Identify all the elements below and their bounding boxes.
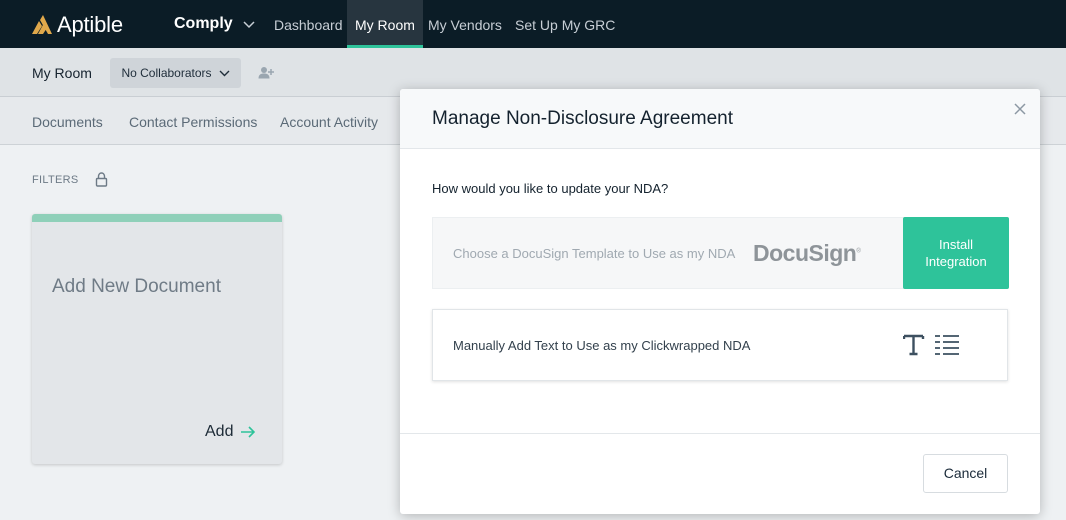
lock-icon[interactable] (95, 172, 108, 187)
tab-documents[interactable]: Documents (32, 114, 103, 130)
manual-text-option[interactable]: Manually Add Text to Use as my Clickwrap… (432, 309, 1008, 381)
collaborators-dropdown[interactable]: No Collaborators (110, 58, 241, 88)
modal-header: Manage Non-Disclosure Agreement (400, 89, 1040, 149)
trademark-mark: ® (856, 248, 861, 255)
docusign-option: Choose a DocuSign Template to Use as my … (432, 217, 1009, 289)
top-nav: Aptible Comply Dashboard My Room My Vend… (0, 0, 1066, 48)
filters-label: FILTERS (32, 174, 79, 186)
aptible-logo[interactable]: Aptible (31, 12, 123, 38)
product-name: Comply (174, 15, 233, 32)
page-title: My Room (32, 65, 92, 81)
tab-contact-permissions[interactable]: Contact Permissions (129, 114, 257, 130)
install-line-1: Install (939, 237, 973, 252)
card-title: Add New Document (52, 276, 221, 297)
arrow-right-icon (241, 426, 256, 438)
cancel-button[interactable]: Cancel (923, 454, 1008, 493)
product-switcher[interactable]: Comply (174, 15, 255, 33)
add-document-card[interactable]: Add New Document Add (32, 214, 282, 464)
modal-footer-divider (400, 433, 1040, 434)
chevron-down-icon (243, 21, 255, 29)
card-accent-bar (32, 214, 282, 222)
nav-my-vendors[interactable]: My Vendors (420, 0, 510, 48)
modal-title: Manage Non-Disclosure Agreement (432, 108, 733, 129)
install-line-2: Integration (925, 254, 987, 269)
docusign-brand-text: DocuSign (753, 240, 857, 266)
text-format-icon (903, 334, 959, 356)
add-document-button[interactable]: Add (205, 423, 256, 441)
collaborators-label: No Collaborators (121, 66, 212, 80)
nav-set-up-grc[interactable]: Set Up My GRC (507, 0, 623, 48)
nda-modal: Manage Non-Disclosure Agreement How woul… (400, 89, 1040, 514)
chevron-down-icon (219, 70, 230, 76)
tab-account-activity[interactable]: Account Activity (280, 114, 378, 130)
nav-dashboard[interactable]: Dashboard (266, 0, 351, 48)
add-user-icon[interactable] (258, 66, 274, 79)
manual-option-label: Manually Add Text to Use as my Clickwrap… (453, 338, 751, 353)
nda-question: How would you like to update your NDA? (432, 181, 669, 196)
docusign-option-label: Choose a DocuSign Template to Use as my … (453, 246, 736, 261)
brand-name: Aptible (57, 12, 123, 37)
add-label: Add (205, 423, 234, 440)
docusign-logo: DocuSign® (753, 240, 861, 267)
aptible-logo-icon (32, 15, 52, 34)
close-icon[interactable] (1012, 101, 1028, 117)
install-integration-button[interactable]: Install Integration (903, 217, 1009, 289)
nav-my-room[interactable]: My Room (347, 0, 423, 48)
